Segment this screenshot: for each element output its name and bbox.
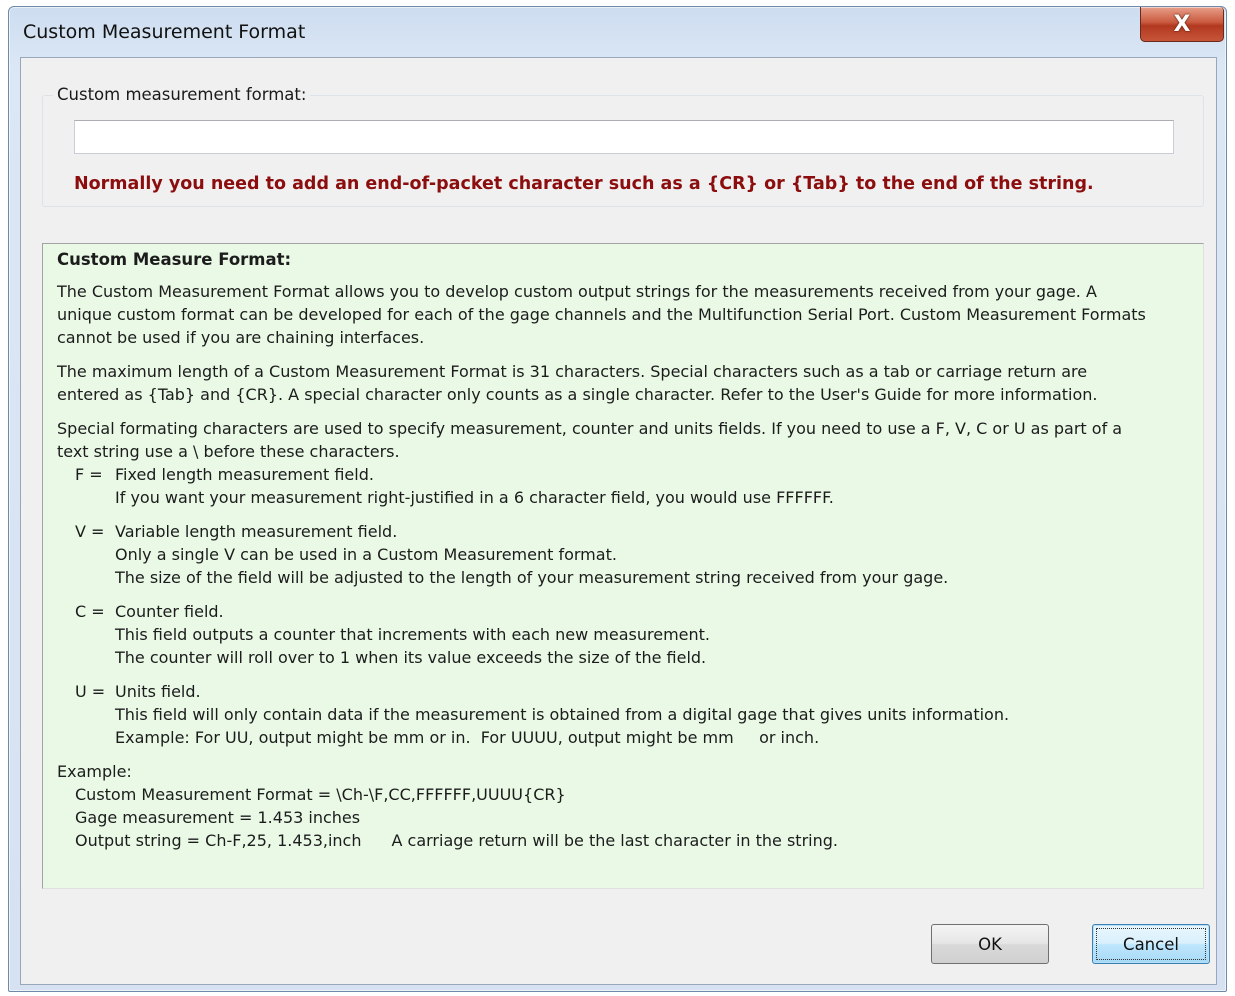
close-icon: X bbox=[1173, 11, 1191, 37]
example-label: Example: bbox=[57, 762, 132, 781]
help-panel: Custom Measure Format: The Custom Measur… bbox=[42, 243, 1204, 889]
field-line: Fixed length measurement field. bbox=[115, 465, 374, 484]
dialog-window: Custom Measurement Format X Custom measu… bbox=[8, 6, 1227, 992]
field-key: F = bbox=[75, 465, 103, 484]
example-output: Output string = Ch-F,25, 1.453,inch bbox=[75, 831, 362, 850]
intro-line: The Custom Measurement Format allows you… bbox=[57, 282, 1097, 301]
field-line: Example: For UU, output might be mm or i… bbox=[115, 728, 820, 747]
field-definition-f: F = Fixed length measurement field. If y… bbox=[75, 463, 1189, 509]
window-title: Custom Measurement Format bbox=[23, 21, 306, 43]
close-button[interactable]: X bbox=[1140, 7, 1224, 42]
help-heading: Custom Measure Format: bbox=[57, 250, 292, 269]
format-group-legend: Custom measurement format: bbox=[53, 85, 311, 104]
ok-button[interactable]: OK bbox=[931, 924, 1049, 964]
end-of-packet-warning: Normally you need to add an end-of-packe… bbox=[74, 174, 1094, 194]
example-output-line: Output string = Ch-F,25, 1.453,inch A car… bbox=[75, 829, 1189, 852]
special-line: text string use a \ before these charact… bbox=[57, 442, 400, 461]
intro-line: cannot be used if you are chaining inter… bbox=[57, 328, 425, 347]
field-line: The size of the field will be adjusted t… bbox=[115, 568, 949, 587]
example-note: A carriage return will be the last chara… bbox=[391, 831, 838, 850]
field-definition-c: C = Counter field. This field outputs a … bbox=[75, 600, 1189, 669]
length-line: The maximum length of a Custom Measureme… bbox=[57, 362, 1088, 381]
length-paragraph: The maximum length of a Custom Measureme… bbox=[57, 360, 1189, 406]
dialog-client-area: Custom measurement format: Normally you … bbox=[20, 57, 1217, 985]
example-gage-line: Gage measurement = 1.453 inches bbox=[75, 808, 361, 827]
field-key: C = bbox=[75, 602, 105, 621]
format-group: Custom measurement format: Normally you … bbox=[42, 85, 1204, 207]
example-format-line: Custom Measurement Format = \Ch-\F,CC,FF… bbox=[75, 785, 566, 804]
field-line: Units field. bbox=[115, 682, 201, 701]
field-line: Only a single V can be used in a Custom … bbox=[115, 545, 617, 564]
special-line: Special formating characters are used to… bbox=[57, 419, 1123, 438]
length-line: entered as {Tab} and {CR}. A special cha… bbox=[57, 385, 1098, 404]
intro-line: unique custom format can be developed fo… bbox=[57, 305, 1146, 324]
field-line: The counter will roll over to 1 when its… bbox=[115, 648, 707, 667]
field-definition-u: U = Units field. This field will only co… bbox=[75, 680, 1189, 749]
field-line: If you want your measurement right-justi… bbox=[115, 488, 834, 507]
field-line: This field will only contain data if the… bbox=[115, 705, 1010, 724]
field-definition-v: V = Variable length measurement field. O… bbox=[75, 520, 1189, 589]
field-key: V = bbox=[75, 522, 105, 541]
cancel-button[interactable]: Cancel bbox=[1092, 924, 1210, 964]
special-paragraph: Special formating characters are used to… bbox=[57, 417, 1189, 463]
field-line: Counter field. bbox=[115, 602, 224, 621]
field-key: U = bbox=[75, 682, 106, 701]
field-line: Variable length measurement field. bbox=[115, 522, 398, 541]
intro-paragraph: The Custom Measurement Format allows you… bbox=[57, 280, 1189, 349]
field-line: This field outputs a counter that increm… bbox=[115, 625, 710, 644]
custom-format-input[interactable] bbox=[74, 120, 1174, 154]
